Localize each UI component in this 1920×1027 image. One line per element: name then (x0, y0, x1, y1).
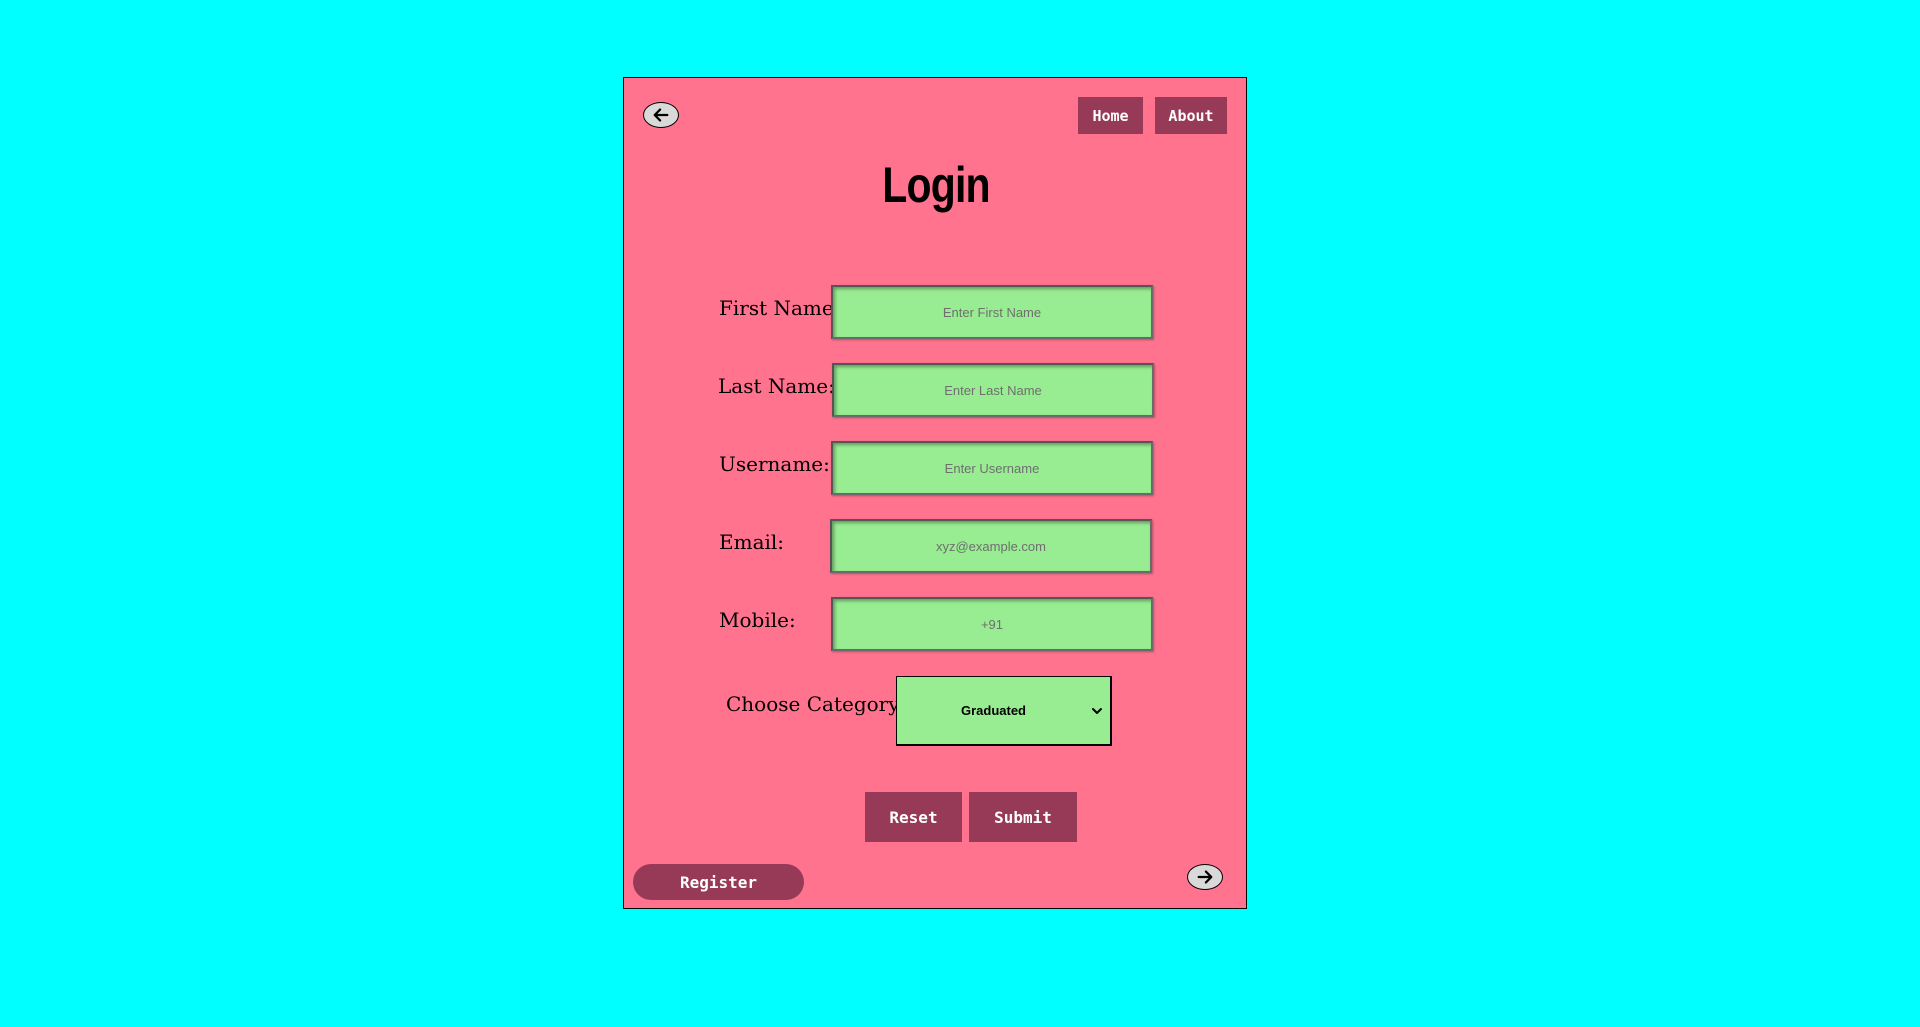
last-name-field (832, 363, 1154, 417)
page-title: Login (882, 157, 990, 213)
chevron-down-icon (1092, 707, 1102, 714)
last-name-input[interactable] (834, 364, 1152, 416)
category-select[interactable]: Graduated (896, 676, 1112, 746)
back-button[interactable] (643, 102, 679, 128)
mobile-input[interactable] (833, 598, 1151, 650)
first-name-field (831, 285, 1153, 339)
first-name-label: First Name: (719, 296, 841, 320)
arrow-left-icon (653, 108, 669, 122)
username-field (831, 441, 1153, 495)
mobile-field (831, 597, 1153, 651)
email-label: Email: (719, 530, 785, 554)
email-field (830, 519, 1152, 573)
username-input[interactable] (833, 442, 1151, 494)
last-name-label: Last Name: (718, 374, 835, 398)
arrow-right-icon (1197, 870, 1213, 884)
nav-home-button[interactable]: Home (1078, 97, 1143, 134)
register-button[interactable]: Register (633, 864, 804, 900)
mobile-label: Mobile: (719, 608, 796, 632)
category-selected-value: Graduated (960, 703, 1026, 718)
username-label: Username: (719, 452, 830, 476)
category-label: Choose Category: (726, 692, 907, 716)
email-input[interactable] (832, 520, 1150, 572)
login-card: Home About Login First Name: Last Name: … (623, 77, 1247, 909)
first-name-input[interactable] (833, 286, 1151, 338)
forward-button[interactable] (1187, 864, 1223, 890)
nav-about-button[interactable]: About (1155, 97, 1227, 134)
submit-button[interactable]: Submit (969, 792, 1077, 842)
reset-button[interactable]: Reset (865, 792, 962, 842)
